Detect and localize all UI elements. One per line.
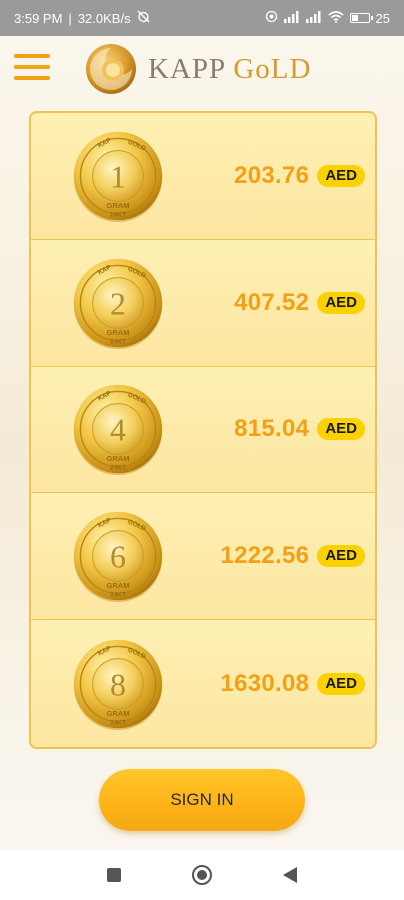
coin-price: 815.04 xyxy=(234,415,310,443)
home-button[interactable] xyxy=(191,864,213,886)
currency-badge: AED xyxy=(317,672,365,695)
status-speed: 32.0KB/s xyxy=(77,10,131,26)
coin-price-list: KAP GOLD 1 GRAM 24KT 203.76 AED KAP GOLD… xyxy=(29,111,377,749)
app-logo: KAPP GoLD xyxy=(84,42,311,96)
signal-icon xyxy=(283,10,300,26)
gold-coin-icon: KAP GOLD 2 GRAM 24KT xyxy=(73,258,163,349)
logo-mark-icon xyxy=(86,44,136,94)
battery-percent: 25 xyxy=(375,10,390,26)
coin-text-gram: GRAM xyxy=(107,709,130,718)
menu-icon[interactable] xyxy=(14,54,50,80)
battery-icon xyxy=(349,13,373,23)
currency-badge: AED xyxy=(317,418,365,441)
coin-price: 1222.56 xyxy=(220,542,310,570)
coin-weight: 8 xyxy=(110,667,126,702)
coin-weight: 4 xyxy=(110,413,126,448)
currency-badge: AED xyxy=(317,291,365,314)
gold-coin-icon: KAP GOLD 4 GRAM 24KT xyxy=(73,385,163,476)
back-icon xyxy=(283,867,297,883)
system-nav-bar xyxy=(0,850,404,900)
price-group: 203.76 AED xyxy=(234,162,365,190)
coin-text-gram: GRAM xyxy=(107,328,130,337)
coin-text-purity: 24KT xyxy=(110,592,126,599)
status-right: 25 xyxy=(265,10,390,26)
status-left: 3:59 PM | 32.0KB/s xyxy=(14,10,150,26)
back-button[interactable] xyxy=(279,864,301,886)
coin-text-purity: 24KT xyxy=(110,719,126,726)
coin-text-gram: GRAM xyxy=(107,454,130,463)
recents-icon xyxy=(107,868,121,882)
coin-text-gram: GRAM xyxy=(107,201,130,210)
signal-icon-2 xyxy=(305,10,322,26)
coin-price: 203.76 xyxy=(234,161,310,189)
coin-price: 1630.08 xyxy=(220,669,310,697)
coin-text-purity: 24KT xyxy=(110,465,126,472)
coin-row-1g[interactable]: KAP GOLD 1 GRAM 24KT 203.76 AED xyxy=(31,113,375,240)
coin-row-2g[interactable]: KAP GOLD 2 GRAM 24KT 407.52 AED xyxy=(31,239,375,367)
coin-row-8g[interactable]: KAP GOLD 8 GRAM 24KT 1630.08 AED xyxy=(31,620,375,747)
logo-text-gold: GoLD xyxy=(233,52,312,85)
status-separator: | xyxy=(68,10,72,26)
gold-coin-icon: KAP GOLD 6 GRAM 24KT xyxy=(73,512,163,603)
gold-coin-icon: KAP GOLD 8 GRAM 24KT xyxy=(73,639,163,730)
coin-text-purity: 24KT xyxy=(110,211,126,218)
coin-text-gram: GRAM xyxy=(107,581,130,590)
app-header: KAPP GoLD xyxy=(0,36,404,98)
coin-price: 407.52 xyxy=(234,288,310,316)
coin-row-4g[interactable]: KAP GOLD 4 GRAM 24KT 815.04 AED xyxy=(31,366,375,494)
logo-text: KAPP GoLD xyxy=(148,53,311,86)
sign-in-button[interactable]: SIGN IN xyxy=(99,769,305,831)
alarm-off-icon xyxy=(137,10,150,26)
price-group: 1222.56 AED xyxy=(220,542,365,570)
coin-weight: 6 xyxy=(110,540,126,575)
currency-badge: AED xyxy=(317,164,365,187)
coin-weight: 2 xyxy=(110,286,126,321)
coin-row-6g[interactable]: KAP GOLD 6 GRAM 24KT 1222.56 AED xyxy=(31,493,375,621)
price-group: 1630.08 AED xyxy=(220,670,365,698)
recents-button[interactable] xyxy=(103,864,125,886)
wifi-icon xyxy=(328,10,344,26)
status-time: 3:59 PM xyxy=(14,10,63,26)
currency-badge: AED xyxy=(317,545,365,568)
gold-coin-icon: KAP GOLD 1 GRAM 24KT xyxy=(73,131,163,222)
status-bar: 3:59 PM | 32.0KB/s 25 xyxy=(0,0,404,36)
logo-text-kapp: KAPP xyxy=(148,52,226,85)
price-group: 815.04 AED xyxy=(234,415,365,443)
coin-text-purity: 24KT xyxy=(110,338,126,345)
price-group: 407.52 AED xyxy=(234,289,365,317)
home-icon xyxy=(192,865,212,885)
data-saver-icon xyxy=(265,10,278,26)
coin-weight: 1 xyxy=(110,159,126,194)
